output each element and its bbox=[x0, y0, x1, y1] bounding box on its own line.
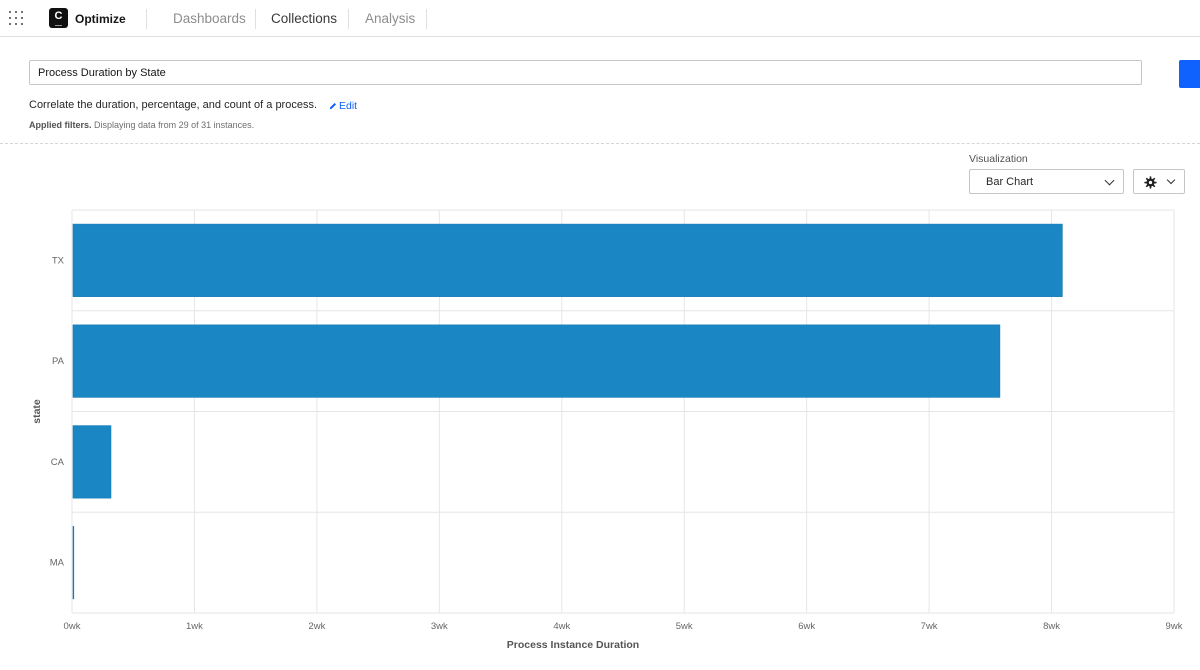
applied-filters-text: Displaying data from 29 of 31 instances. bbox=[94, 120, 255, 130]
x-tick-label: 4wk bbox=[553, 621, 570, 632]
pencil-icon bbox=[329, 102, 337, 110]
tab-analysis[interactable]: Analysis bbox=[365, 11, 415, 26]
edit-label: Edit bbox=[339, 100, 358, 112]
applied-filters-label: Applied filters. bbox=[29, 120, 92, 130]
y-axis-title: state bbox=[31, 399, 43, 424]
x-tick-label: 5wk bbox=[676, 621, 693, 632]
x-tick-label: 0wk bbox=[64, 621, 81, 632]
x-tick-label: 1wk bbox=[186, 621, 203, 632]
bar-chart-svg: 0wk 1wk 2wk 3wk 4wk 5wk 6wk 7wk 8wk 9wk TX PA CA MA P… bbox=[31, 209, 1183, 651]
x-tick-label: 3wk bbox=[431, 621, 448, 632]
nav-divider bbox=[426, 9, 427, 29]
edit-description-link[interactable]: Edit bbox=[329, 100, 357, 112]
nav-divider bbox=[146, 9, 147, 29]
visualization-selected-value: Bar Chart bbox=[986, 176, 1034, 188]
top-navigation-bar: C Optimize Dashboards Collections Analys… bbox=[0, 0, 1200, 37]
chevron-down-icon bbox=[1166, 175, 1176, 185]
x-tick-label: 7wk bbox=[921, 621, 938, 632]
chevron-down-icon bbox=[1104, 175, 1115, 186]
bar-ma bbox=[72, 526, 75, 600]
x-axis-title: Process Instance Duration bbox=[507, 639, 639, 651]
nav-divider bbox=[348, 9, 349, 29]
primary-action-button[interactable] bbox=[1179, 60, 1200, 88]
y-tick-label: PA bbox=[52, 356, 65, 367]
bar-tx bbox=[72, 223, 1063, 297]
y-tick-label: TX bbox=[52, 255, 65, 266]
brand-name: Optimize bbox=[75, 12, 126, 26]
x-tick-label: 8wk bbox=[1043, 621, 1060, 632]
x-tick-label: 6wk bbox=[798, 621, 815, 632]
y-tick-label: MA bbox=[50, 558, 65, 569]
bar-ca bbox=[72, 425, 112, 499]
report-title-input[interactable] bbox=[29, 60, 1142, 85]
nav-divider bbox=[255, 9, 256, 29]
gear-icon bbox=[1144, 176, 1157, 189]
tab-collections[interactable]: Collections bbox=[271, 11, 337, 26]
applied-filters-info: Applied filters. Displaying data from 29… bbox=[29, 120, 254, 130]
x-tick-label: 9wk bbox=[1166, 621, 1183, 632]
visualization-label: Visualization bbox=[969, 153, 1028, 165]
camunda-logo: C bbox=[49, 8, 68, 28]
bar-pa bbox=[72, 324, 1001, 398]
y-tick-label: CA bbox=[51, 457, 65, 468]
tab-dashboards[interactable]: Dashboards bbox=[173, 11, 246, 26]
x-tick-label: 2wk bbox=[308, 621, 325, 632]
visualization-select[interactable]: Bar Chart bbox=[969, 169, 1124, 194]
section-divider bbox=[0, 143, 1200, 144]
bar-chart: 0wk 1wk 2wk 3wk 4wk 5wk 6wk 7wk 8wk 9wk TX PA CA MA P… bbox=[0, 200, 1200, 670]
app-switcher-grid-icon[interactable] bbox=[9, 11, 25, 27]
chart-settings-button[interactable] bbox=[1133, 169, 1185, 194]
report-description: Correlate the duration, percentage, and … bbox=[29, 99, 318, 111]
